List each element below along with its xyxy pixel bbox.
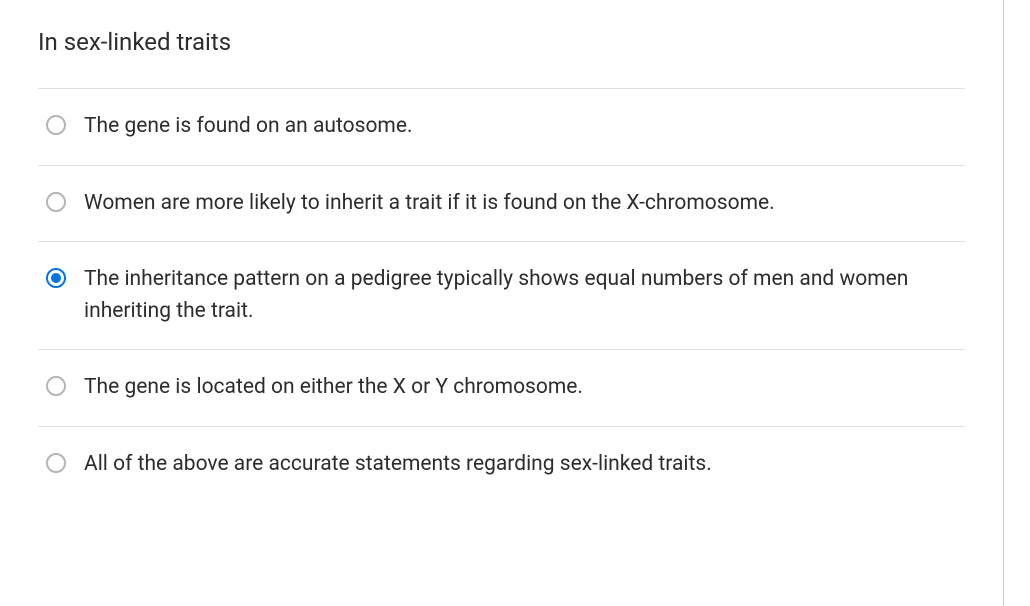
question-container: In sex-linked traits The gene is found o… bbox=[0, 0, 1004, 606]
option-label: The gene is found on an autosome. bbox=[84, 111, 965, 143]
option-label: The gene is located on either the X or Y… bbox=[84, 372, 965, 404]
option-row[interactable]: Women are more likely to inherit a trait… bbox=[38, 165, 965, 242]
option-row[interactable]: The gene is located on either the X or Y… bbox=[38, 349, 965, 426]
radio-icon[interactable] bbox=[46, 115, 66, 135]
radio-icon[interactable] bbox=[46, 268, 66, 288]
options-list: The gene is found on an autosome. Women … bbox=[0, 88, 1003, 502]
option-row[interactable]: All of the above are accurate statements… bbox=[38, 426, 965, 503]
radio-icon[interactable] bbox=[46, 376, 66, 396]
radio-icon[interactable] bbox=[46, 192, 66, 212]
option-label: All of the above are accurate statements… bbox=[84, 449, 965, 481]
option-label: The inheritance pattern on a pedigree ty… bbox=[84, 264, 965, 327]
option-label: Women are more likely to inherit a trait… bbox=[84, 188, 965, 220]
option-row[interactable]: The gene is found on an autosome. bbox=[38, 88, 965, 165]
option-row[interactable]: The inheritance pattern on a pedigree ty… bbox=[38, 241, 965, 349]
radio-icon[interactable] bbox=[46, 453, 66, 473]
question-title: In sex-linked traits bbox=[0, 0, 1003, 88]
